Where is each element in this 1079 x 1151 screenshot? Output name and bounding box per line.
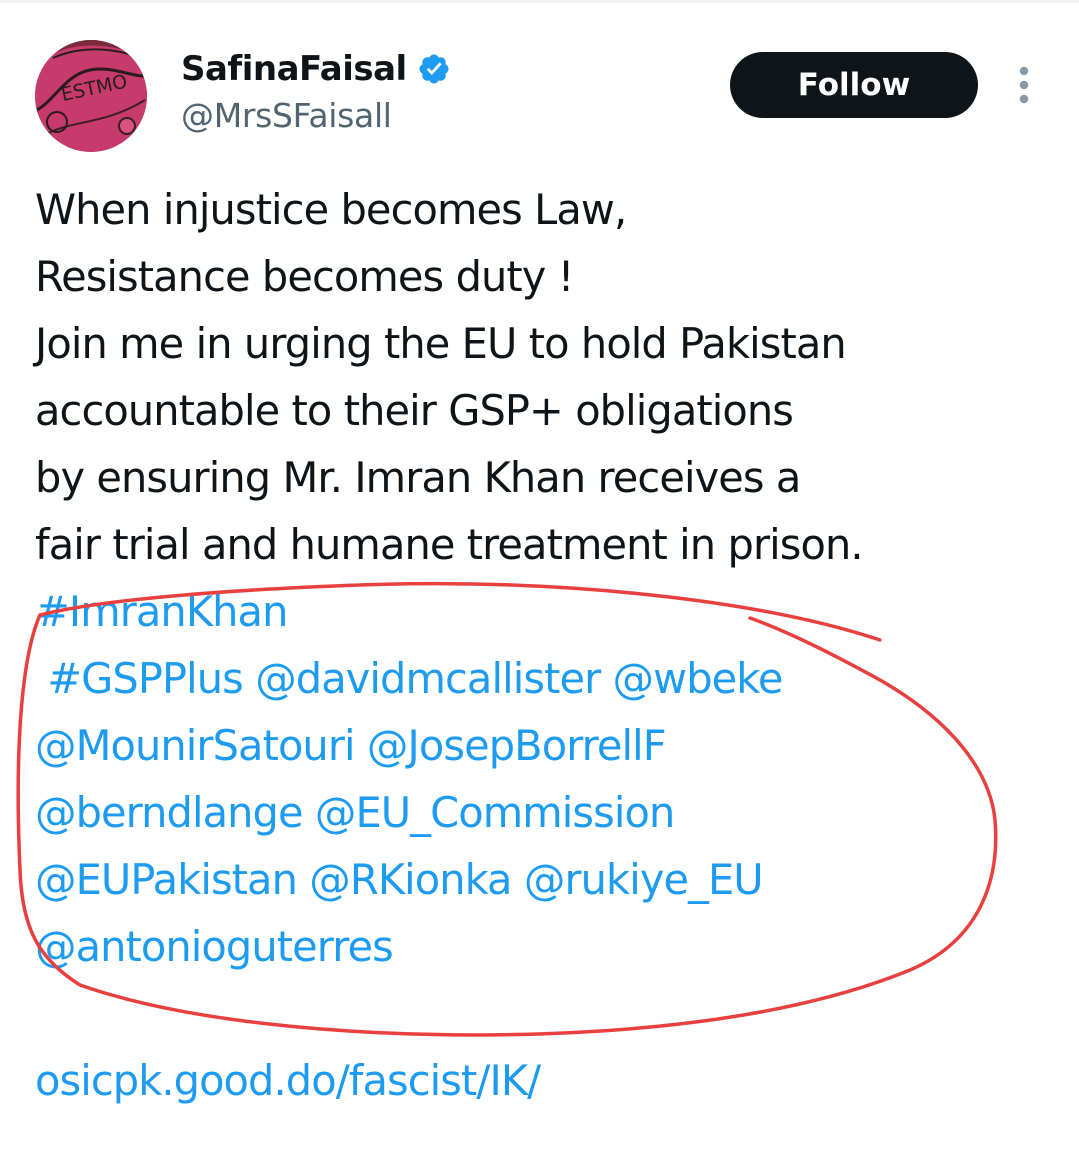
tweet-tag-line: @antonioguterres [35,913,1065,980]
mention-link[interactable]: @JosepBorrellF [367,721,667,770]
profile-avatar-icon[interactable]: ESTMO [35,40,147,152]
follow-button[interactable]: Follow [730,52,978,118]
avatar-artwork: ESTMO [35,40,147,152]
mention-link[interactable]: @davidmcallister [255,654,601,703]
tweet-tag-line: @berndlange @EU_Commission [35,779,1065,846]
verified-badge-icon [417,52,451,86]
mention-link[interactable]: @MounirSatouri [35,721,356,770]
hashtag-link[interactable]: #ImranKhan [35,587,288,636]
mention-link[interactable]: @EUPakistan [35,855,298,904]
more-options-icon[interactable] [1004,62,1044,108]
tweet-link-line: osicpk.good.do/fascist/IK/ [35,1047,1065,1114]
mention-link[interactable]: @wbeke [613,654,784,703]
mention-link[interactable]: @RKionka [309,855,512,904]
tweet-text-line: fair trial and humane treatment in priso… [35,520,864,569]
tweet-text: When injustice becomes Law, Resistance b… [35,176,1065,1114]
mention-link[interactable]: @EU_Commission [315,788,675,837]
tweet-screenshot: ESTMO SafinaFaisal @MrsSFaisall Follow W… [0,0,1079,1151]
tweet-tag-line: #ImranKhan [35,578,1065,645]
tweet-text-line: accountable to their GSP+ obligations [35,386,794,435]
external-link[interactable]: osicpk.good.do/fascist/IK/ [35,1056,541,1105]
mention-link[interactable]: @rukiye_EU [524,855,764,904]
author-display-name[interactable]: SafinaFaisal [181,46,451,92]
tweet-text-line: by ensuring Mr. Imran Khan receives a [35,453,801,502]
tweet-text-line: When injustice becomes Law, [35,185,627,234]
hashtag-link[interactable]: #GSPPlus [47,654,243,703]
top-divider [0,0,1079,3]
tweet-tag-line: @MounirSatouri @JosepBorrellF [35,712,1065,779]
author-handle[interactable]: @MrsSFaisall [181,96,392,135]
mention-link[interactable]: @antonioguterres [35,922,394,971]
tweet-text-line: Join me in urging the EU to hold Pakista… [35,319,847,368]
tweet-tag-line: #GSPPlus @davidmcallister @wbeke [35,645,1065,712]
tweet-tag-line: @EUPakistan @RKionka @rukiye_EU [35,846,1065,913]
tweet-text-line: Resistance becomes duty ! [35,252,574,301]
mention-link[interactable]: @berndlange [35,788,303,837]
display-name-text[interactable]: SafinaFaisal [181,49,407,89]
